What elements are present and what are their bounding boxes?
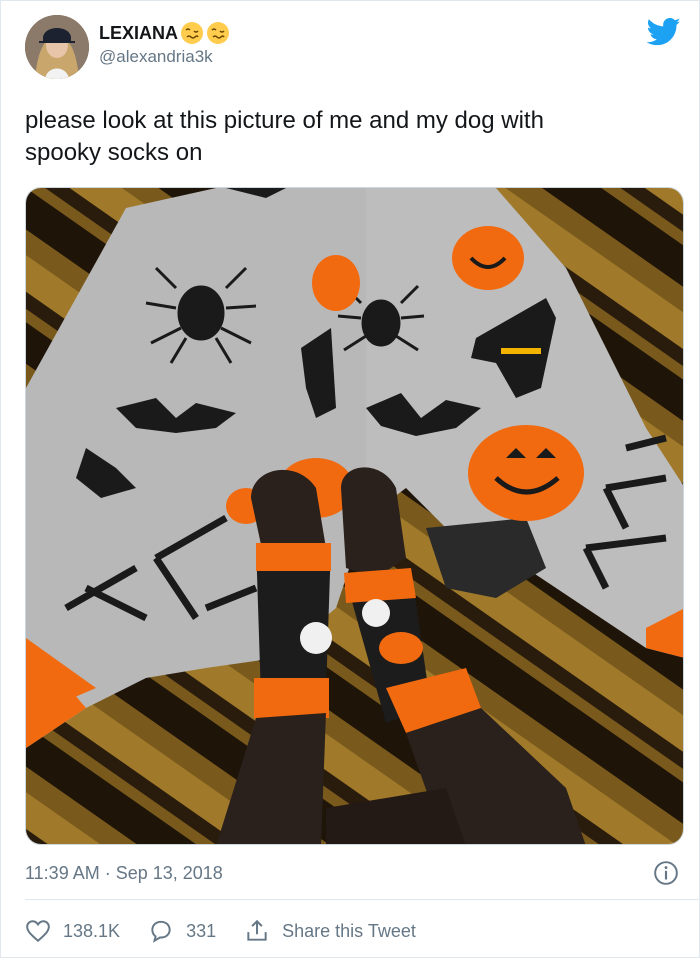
tweet-photo[interactable] [25,187,684,845]
display-name[interactable]: LEXIANA [99,21,230,45]
avatar[interactable] [25,15,89,79]
actions-divider [25,899,699,900]
like-count: 138.1K [63,920,121,941]
tweet-text: please look at this picture of me and my… [25,105,675,169]
tweet-text-line-2: spooky socks on [25,139,203,166]
user-names: LEXIANA @alexandria3k [99,21,230,69]
heart-icon [26,920,50,943]
reply-bubble-icon [151,920,171,943]
twitter-bird-icon[interactable] [647,17,681,47]
reply-button[interactable]: 331 [148,918,216,944]
display-name-text: LEXIANA [99,23,179,43]
user-handle[interactable]: @alexandria3k [99,45,230,69]
tweet-actions: 138.1K 331 Share this Tweet [25,915,444,947]
info-icon[interactable] [653,860,679,886]
tweet-timestamp[interactable]: 11:39 AM · Sep 13, 2018 [25,861,223,885]
share-icon [247,919,267,941]
woozy-face-icon [207,22,230,44]
share-button[interactable]: Share this Tweet [244,918,416,944]
tweet-card: LEXIANA @alexandria3k please look at thi… [0,0,700,958]
like-button[interactable]: 138.1K [25,918,120,944]
tweet-text-line-1: please look at this picture of me and my… [25,107,544,134]
reply-count: 331 [186,920,217,941]
woozy-face-icon [181,22,204,44]
share-label: Share this Tweet [282,920,416,941]
